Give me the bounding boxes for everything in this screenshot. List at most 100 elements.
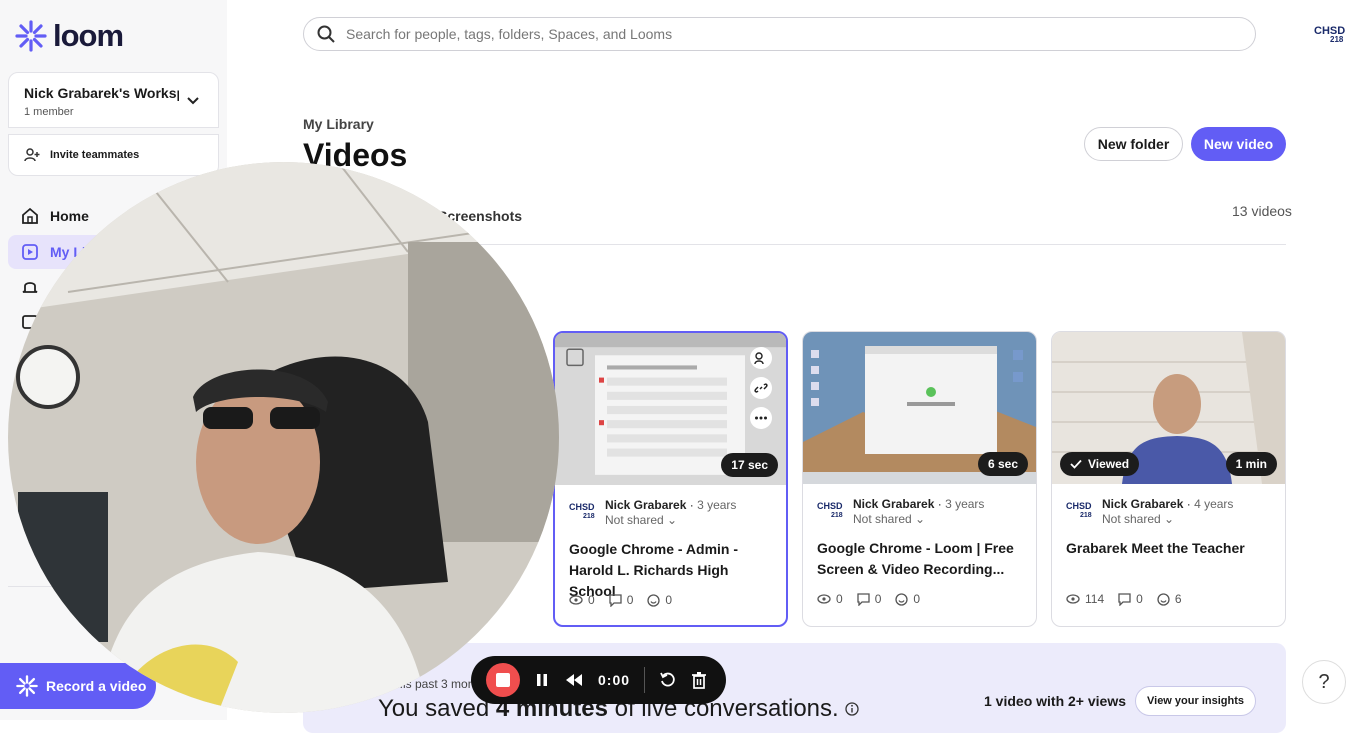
link-icon[interactable]	[750, 377, 772, 399]
new-folder-button[interactable]: New folder	[1084, 127, 1183, 161]
video-age: 4 years	[1194, 497, 1234, 511]
comment-icon	[857, 592, 870, 606]
viewed-badge: Viewed	[1060, 452, 1140, 476]
card-meta: CHSD 218 Nick Grabarek · 4 years Not shar…	[1066, 497, 1234, 527]
avatar: CHSD218	[817, 501, 843, 519]
avatar: CHSD218	[1066, 501, 1092, 519]
svg-text:218: 218	[583, 513, 595, 520]
workspace-switcher[interactable]: Nick Grabarek's Workspace 1 member	[8, 72, 219, 128]
add-user-icon	[24, 148, 40, 162]
eye-icon	[817, 594, 831, 604]
loom-logo[interactable]: loom	[15, 18, 124, 54]
card-stats: 114 0 6	[1066, 592, 1182, 606]
restart-icon[interactable]	[659, 671, 677, 689]
svg-text:CHSD: CHSD	[1066, 501, 1092, 511]
video-card[interactable]: 17 sec CHSD 218 Nick Grabarek · 3 years N…	[553, 331, 788, 627]
banner-headline-prefix: You saved	[378, 695, 496, 722]
svg-text:218: 218	[1330, 35, 1344, 44]
video-title[interactable]: Google Chrome - Loom | Free Screen & Vid…	[817, 538, 1027, 580]
record-label: Record a video	[46, 678, 147, 694]
sidebar-item-label: Home	[50, 208, 89, 224]
chevron-down-icon: ⌄	[1164, 512, 1175, 526]
bell-icon	[22, 282, 38, 293]
library-icon	[22, 244, 38, 260]
reaction-count: 0	[913, 592, 921, 606]
stop-icon	[496, 673, 510, 687]
chevron-down-icon: ⌄	[915, 512, 926, 526]
view-count: 0	[836, 592, 843, 606]
svg-text:218: 218	[831, 512, 843, 519]
recording-timer: 0:00	[598, 672, 631, 688]
svg-text:CHSD: CHSD	[817, 501, 843, 511]
pause-icon[interactable]	[534, 672, 550, 688]
trash-icon[interactable]	[691, 671, 707, 689]
card-stats: 0 0 0	[817, 592, 920, 606]
video-duration: 6 sec	[977, 452, 1028, 476]
video-owner[interactable]: Nick Grabarek	[853, 497, 934, 511]
banner-stat: 1 video with 2+ views	[984, 693, 1127, 709]
video-age: 3 years	[697, 498, 737, 512]
share-status-dropdown[interactable]: Not shared ⌄	[853, 512, 984, 527]
video-duration: 17 sec	[721, 453, 778, 477]
loom-logo-icon	[15, 20, 47, 52]
share-status-dropdown[interactable]: Not shared ⌄	[1102, 512, 1233, 527]
view-insights-button[interactable]: View your insights	[1135, 686, 1256, 716]
viewed-label: Viewed	[1088, 457, 1130, 471]
workspace-members: 1 member	[24, 106, 74, 118]
video-card[interactable]: 6 sec CHSD 218 Nick Grabarek · 3 years No…	[802, 331, 1037, 627]
search-icon	[317, 25, 335, 43]
video-owner[interactable]: Nick Grabarek	[605, 498, 686, 512]
video-title[interactable]: Grabarek Meet the Teacher	[1066, 538, 1276, 559]
workspace-name: Nick Grabarek's Workspace	[24, 85, 179, 101]
card-meta: CHSD 218 Nick Grabarek · 3 years Not shar…	[817, 497, 985, 527]
comment-icon	[1118, 592, 1131, 606]
video-duration: 1 min	[1225, 452, 1277, 476]
share-status-dropdown[interactable]: Not shared ⌄	[605, 513, 736, 528]
logo-text: loom	[53, 18, 124, 53]
video-card[interactable]: Viewed 1 min CHSD 218 Nick Grabarek · 4 y…	[1051, 331, 1286, 627]
control-divider	[644, 667, 646, 693]
share-status: Not shared	[1102, 512, 1161, 526]
search-input[interactable]	[346, 26, 1226, 42]
svg-text:218: 218	[1080, 512, 1092, 519]
new-video-button[interactable]: New video	[1191, 127, 1286, 161]
check-icon	[1070, 459, 1082, 469]
reaction-count: 6	[1174, 592, 1182, 606]
video-age: 3 years	[945, 497, 985, 511]
help-button[interactable]: ?	[1302, 660, 1346, 704]
card-stats: 0 0 0	[569, 593, 672, 607]
share-icon[interactable]	[750, 347, 772, 369]
stop-button[interactable]	[486, 663, 520, 697]
view-count: 114	[1085, 592, 1105, 606]
reaction-count: 0	[665, 593, 673, 607]
webcam-feed	[8, 162, 559, 713]
rewind-icon[interactable]	[564, 672, 584, 688]
chevron-down-icon: ⌄	[667, 513, 678, 527]
avatar: CHSD218	[569, 502, 595, 520]
invite-teammates-button[interactable]: Invite teammates	[8, 134, 219, 176]
card-meta: CHSD 218 Nick Grabarek · 3 years Not shar…	[569, 498, 737, 528]
recording-controls: 0:00	[471, 656, 726, 704]
record-video-button[interactable]: Record a video	[0, 663, 156, 709]
loom-logo-icon	[16, 675, 38, 697]
search-bar[interactable]	[303, 17, 1256, 51]
video-count: 13 videos	[1232, 203, 1292, 219]
eye-icon	[1066, 594, 1080, 604]
share-status: Not shared	[853, 512, 912, 526]
video-owner[interactable]: Nick Grabarek	[1102, 497, 1183, 511]
share-status: Not shared	[605, 513, 664, 527]
avatar[interactable]: CHSD 218	[1313, 22, 1347, 44]
home-icon	[22, 207, 38, 224]
view-count: 0	[588, 593, 595, 607]
eye-icon	[569, 595, 583, 605]
comment-count: 0	[626, 593, 634, 607]
invite-label: Invite teammates	[50, 149, 140, 161]
breadcrumb[interactable]: My Library	[303, 116, 374, 132]
info-icon[interactable]	[845, 702, 860, 716]
svg-text:CHSD: CHSD	[569, 502, 595, 512]
smile-icon	[647, 593, 661, 607]
smile-icon	[895, 592, 909, 606]
more-icon[interactable]	[750, 407, 772, 429]
chevron-down-icon	[187, 97, 199, 105]
webcam-bubble[interactable]	[8, 162, 559, 713]
